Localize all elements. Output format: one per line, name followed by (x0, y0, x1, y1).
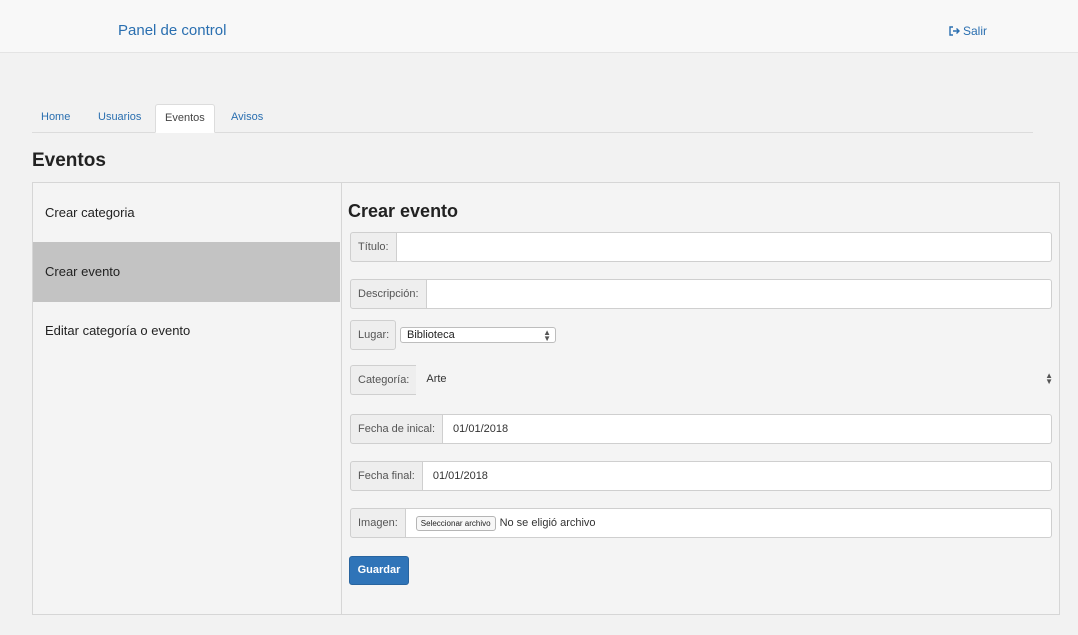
form-title: Crear evento (348, 201, 459, 221)
tab-home[interactable]: Home (32, 104, 79, 132)
fecha-final-input[interactable]: 01/01/2018 (422, 461, 1052, 491)
logout-label: Salir (963, 24, 988, 38)
page-title: Eventos (32, 150, 106, 171)
tab-eventos[interactable]: Eventos (155, 104, 215, 133)
lugar-select[interactable]: Biblioteca ▲ ▼ (400, 327, 556, 343)
categoria-select[interactable]: Arte ▲ ▼ (416, 365, 1059, 395)
categoria-selected: Arte (426, 373, 447, 385)
save-button[interactable]: Guardar (349, 556, 409, 585)
descripcion-label: Descripción: (350, 279, 427, 309)
sidebar-item-editar[interactable]: Editar categoría o evento (33, 301, 340, 361)
fecha-final-label: Fecha final: (350, 461, 423, 491)
imagen-file-input: Seleccionar archivo No se eligió archivo (405, 508, 1052, 538)
imagen-group: Imagen: Seleccionar archivo No se eligió … (350, 508, 1052, 538)
imagen-label: Imagen: (350, 508, 406, 538)
tab-usuarios[interactable]: Usuarios (89, 104, 150, 132)
descripcion-input[interactable] (426, 279, 1052, 309)
select-arrows-icon: ▲ ▼ (543, 328, 551, 343)
titulo-label: Título: (350, 232, 397, 262)
lugar-group: Lugar: (350, 320, 396, 350)
nav-tabs: Home Usuarios Eventos Avisos (32, 104, 1033, 133)
fecha-final-group: Fecha final: 01/01/2018 (350, 461, 1052, 491)
fecha-inicial-group: Fecha de inical: 01/01/2018 (350, 414, 1052, 444)
titulo-group: Título: (350, 232, 1052, 262)
fecha-inicial-label: Fecha de inical: (350, 414, 444, 444)
lugar-selected: Biblioteca (407, 329, 455, 341)
descripcion-group: Descripción: (350, 279, 1052, 309)
tab-avisos[interactable]: Avisos (222, 104, 272, 132)
select-file-button[interactable]: Seleccionar archivo (415, 515, 496, 531)
select-arrows-icon: ▲ ▼ (1045, 371, 1053, 386)
logout-link[interactable]: Salir (949, 24, 987, 38)
categoria-label: Categoría: (350, 365, 417, 395)
lugar-label: Lugar: (350, 320, 396, 350)
sidebar-item-crear-evento[interactable]: Crear evento (33, 242, 340, 302)
sidebar-item-crear-categoria[interactable]: Crear categoria (33, 183, 340, 243)
brand-link[interactable]: Panel de control (118, 22, 226, 39)
navbar: Panel de control Salir (0, 0, 1078, 53)
fecha-inicial-input[interactable]: 01/01/2018 (443, 414, 1052, 444)
titulo-input[interactable] (396, 232, 1052, 262)
categoria-group: Categoría: Arte ▲ ▼ (350, 365, 1059, 395)
sign-out-icon (949, 26, 961, 36)
file-status: No se eligió archivo (499, 517, 596, 530)
sidebar: Crear categoria Crear evento Editar cate… (33, 183, 342, 614)
